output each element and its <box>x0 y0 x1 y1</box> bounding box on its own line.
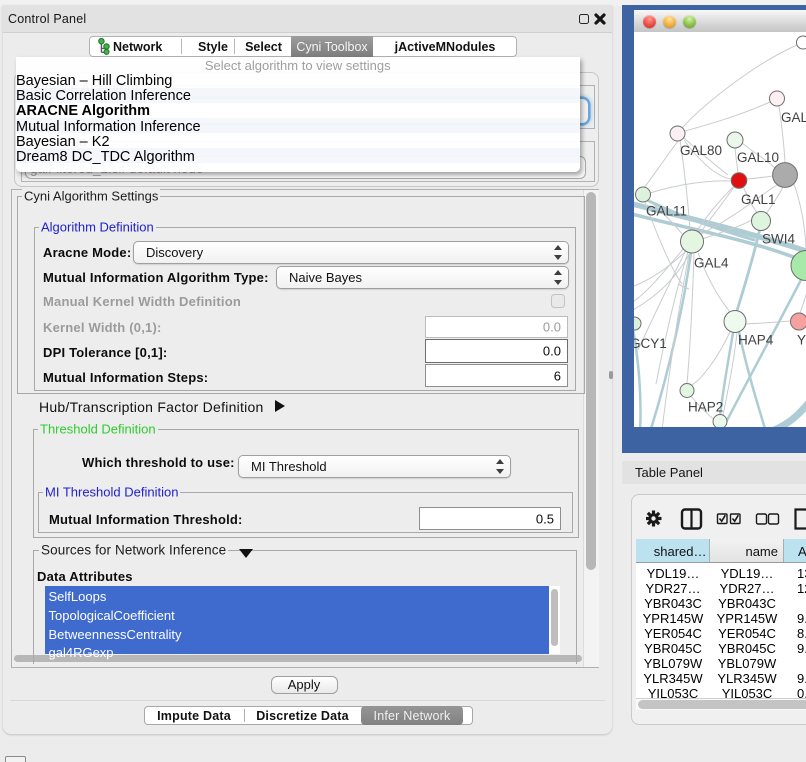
svg-text:HAP4: HAP4 <box>738 333 774 348</box>
svg-text:Y: Y <box>797 333 806 348</box>
svg-text:GAL80: GAL80 <box>680 143 722 158</box>
svg-text:GAL10: GAL10 <box>737 150 779 165</box>
svg-text:HAP2: HAP2 <box>688 400 723 415</box>
svg-text:GCY1: GCY1 <box>634 336 667 351</box>
svg-text:GAL1: GAL1 <box>741 192 776 207</box>
svg-text:GAL4: GAL4 <box>694 256 729 271</box>
svg-text:GAL11: GAL11 <box>646 204 687 219</box>
svg-text:SWI4: SWI4 <box>762 232 795 247</box>
svg-text:GAL7: GAL7 <box>781 110 806 125</box>
